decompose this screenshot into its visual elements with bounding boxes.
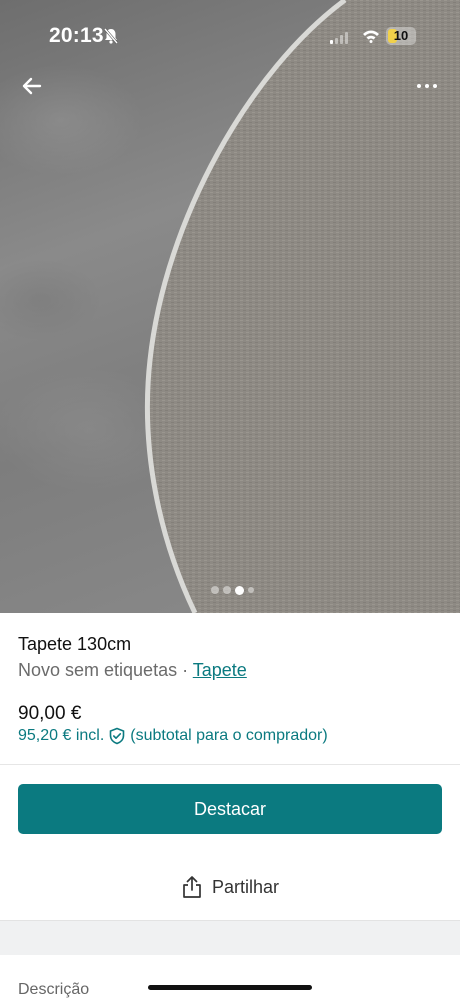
wifi-icon (363, 30, 379, 43)
item-condition: Novo sem etiquetas (18, 660, 178, 680)
gallery-dot-active[interactable] (235, 585, 244, 595)
shield-check-icon (109, 727, 125, 745)
gallery-dot[interactable] (248, 587, 254, 593)
bump-button[interactable]: Destacar (18, 784, 442, 834)
item-subtitle: Novo sem etiquetas · Tapete (18, 660, 247, 681)
battery-indicator: 10 (386, 27, 416, 45)
subtitle-separator: · (177, 660, 193, 680)
price-with-fees[interactable]: 95,20 € incl. (subtotal para o comprador… (18, 727, 328, 745)
category-link[interactable]: Tapete (193, 660, 247, 680)
share-icon (183, 876, 201, 898)
item-price: 90,00 € (18, 703, 82, 724)
price-incl-note: (subtotal para o comprador) (130, 727, 328, 744)
product-photo[interactable]: 20:13 10 (0, 0, 460, 613)
battery-level: 10 (393, 28, 409, 43)
share-button[interactable]: Partilhar (0, 866, 460, 908)
section-separator (0, 920, 460, 955)
status-time: 20:13 (49, 24, 104, 47)
item-title: Tapete 130cm (18, 634, 132, 654)
gallery-pagination[interactable] (211, 585, 254, 595)
gallery-dot[interactable] (211, 586, 219, 594)
description-heading: Descrição (18, 981, 90, 998)
share-label: Partilhar (211, 876, 280, 897)
signal-icon (330, 32, 348, 44)
arrow-left-icon[interactable] (18, 72, 46, 100)
bell-slash-icon (104, 28, 118, 44)
gallery-dot[interactable] (223, 586, 231, 594)
status-bar: 20:13 10 (0, 0, 460, 74)
price-incl-value: 95,20 € incl. (18, 727, 105, 744)
divider (0, 764, 460, 765)
home-indicator[interactable] (148, 985, 312, 990)
more-icon[interactable] (412, 76, 442, 96)
rug-image (144, 0, 460, 613)
